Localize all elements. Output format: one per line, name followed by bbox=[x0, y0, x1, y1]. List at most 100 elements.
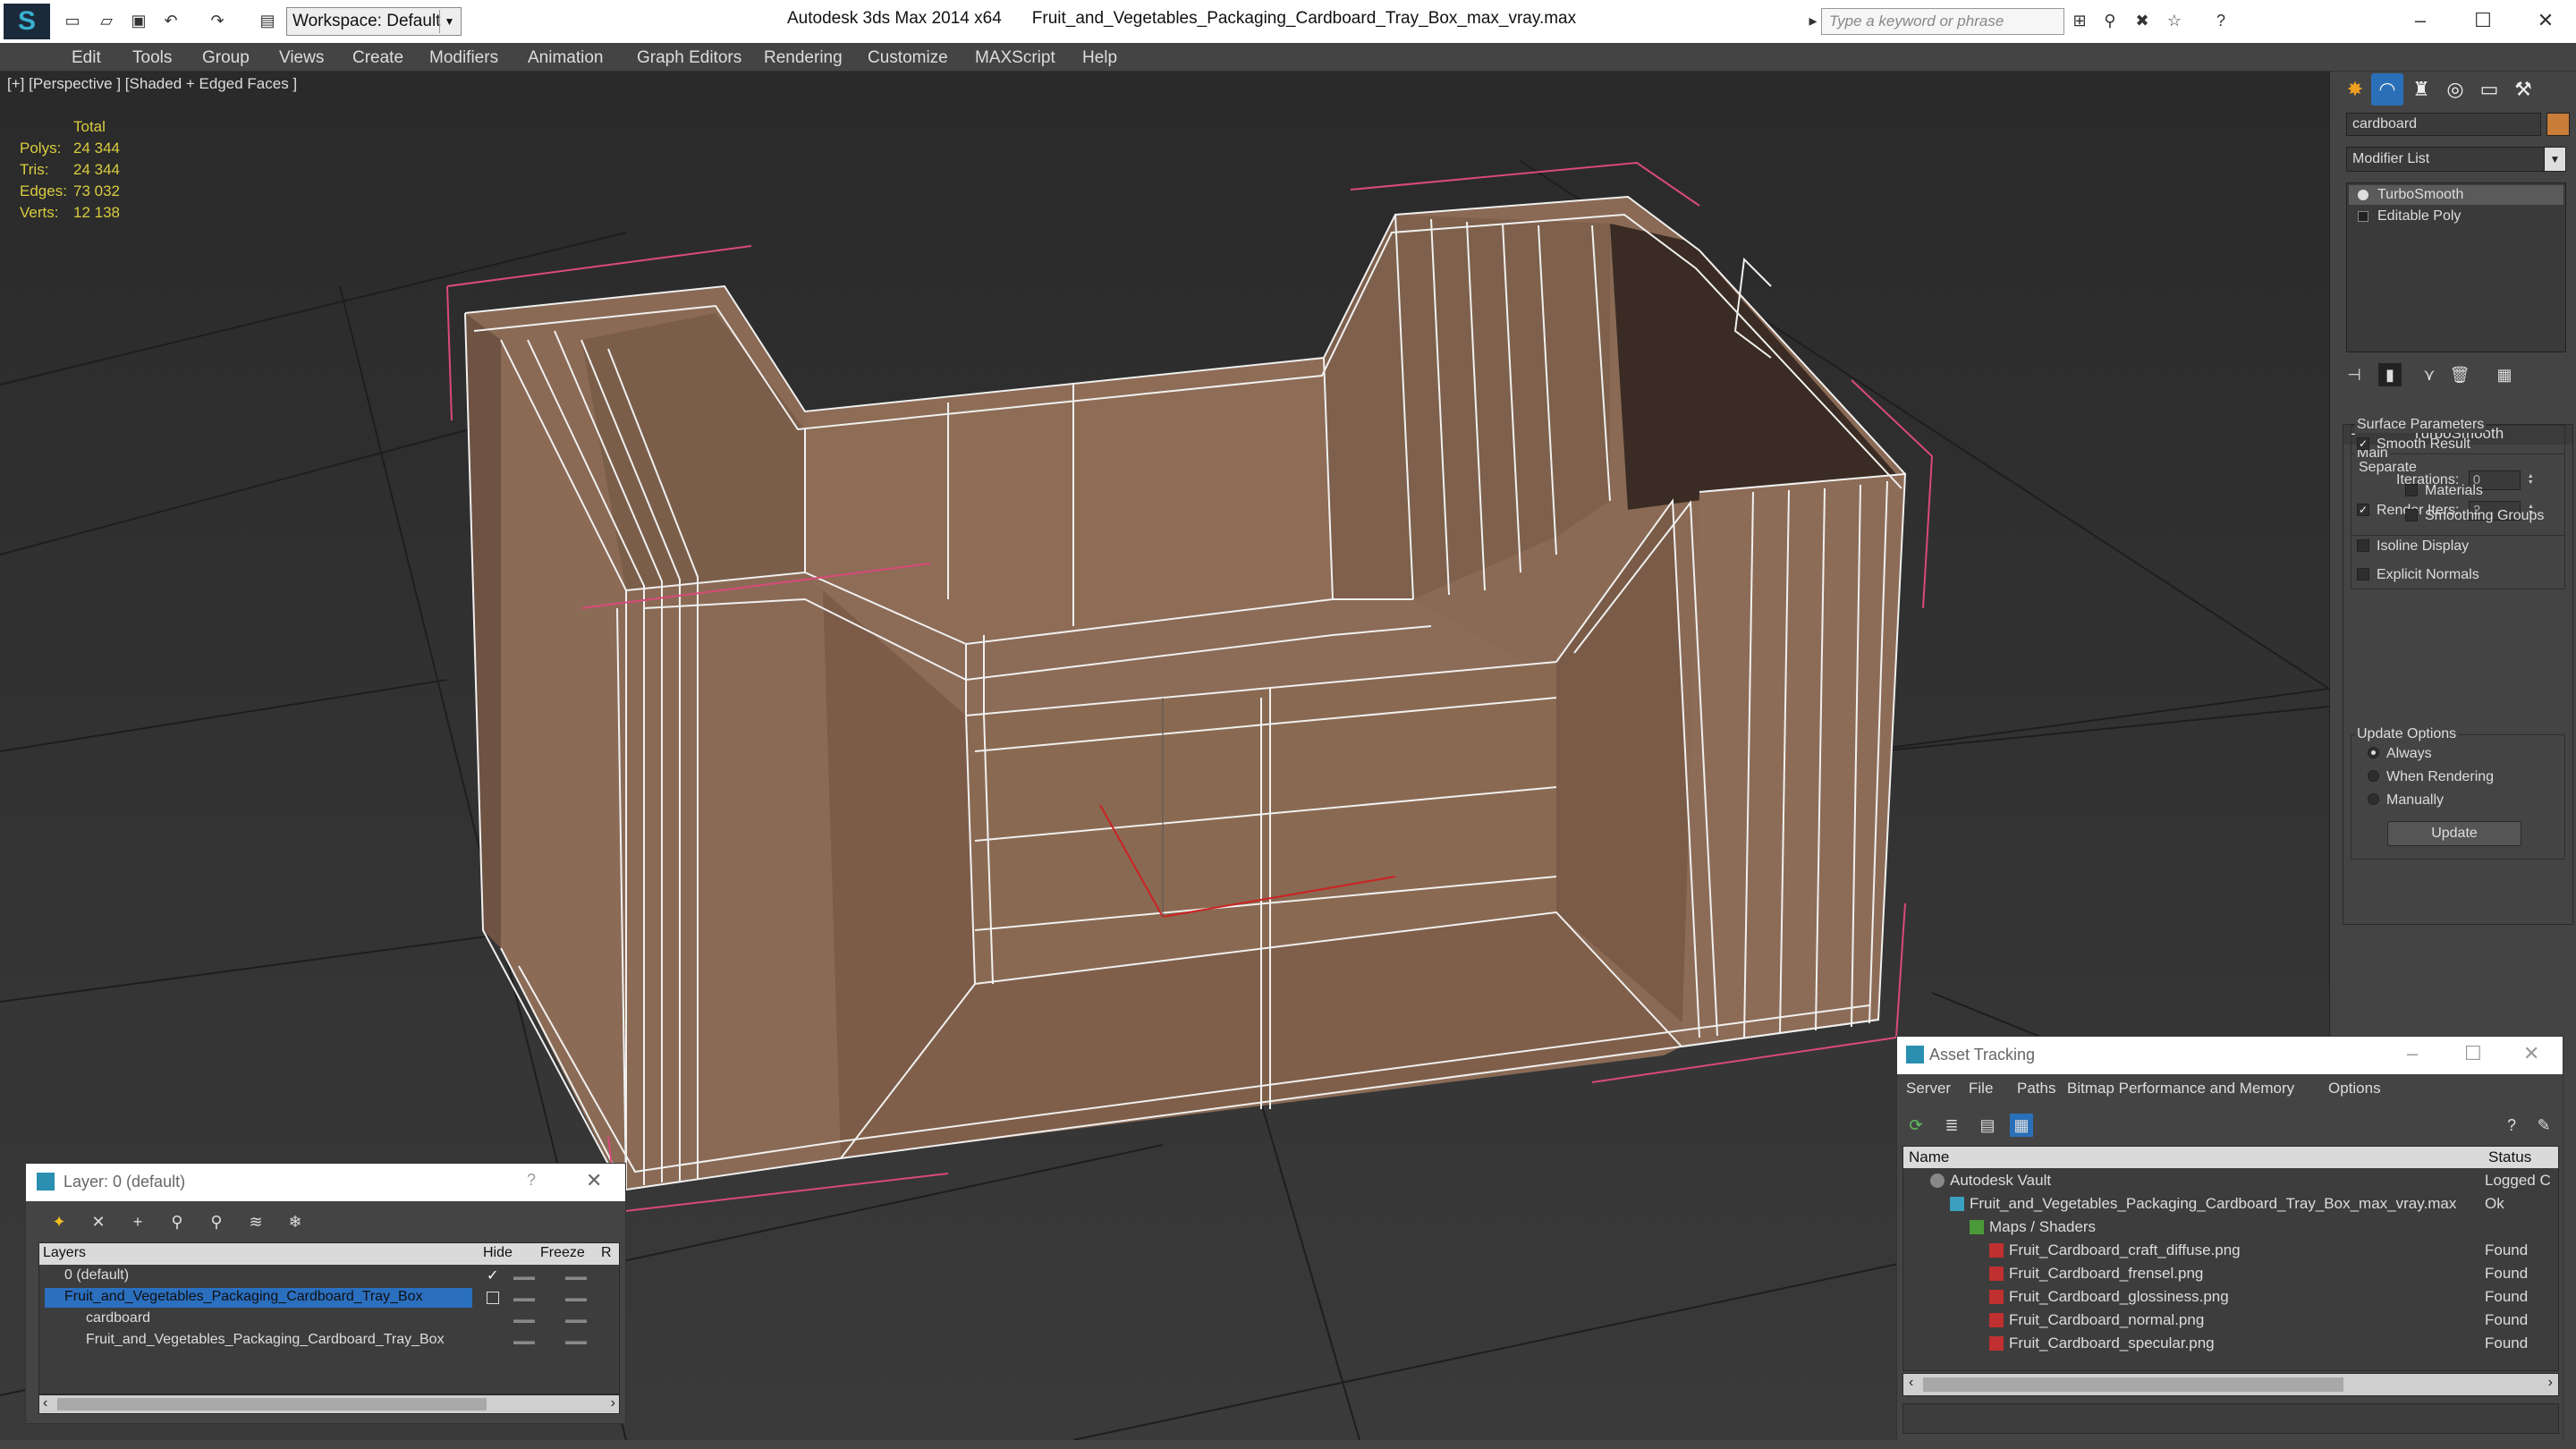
motion-tab-icon[interactable]: ◎ bbox=[2439, 73, 2471, 106]
workspace-dropdown[interactable]: Workspace: Default ▼ bbox=[286, 7, 462, 36]
layer-row[interactable]: 0 (default) ✓ ▬▬ ▬▬ bbox=[39, 1267, 619, 1288]
col-freeze[interactable]: Freeze bbox=[540, 1245, 585, 1261]
scroll-left-icon[interactable]: ‹ bbox=[43, 1395, 47, 1411]
update-manually-radio[interactable] bbox=[2368, 793, 2379, 806]
isoline-row[interactable]: Isoline Display bbox=[2357, 538, 2469, 555]
asset-row[interactable]: Fruit_and_Vegetables_Packaging_Cardboard… bbox=[1903, 1193, 2558, 1216]
communication-icon[interactable]: ✖ bbox=[2132, 11, 2152, 30]
expand-icon[interactable] bbox=[2358, 211, 2368, 222]
hierarchy-tab-icon[interactable]: ♜ bbox=[2405, 73, 2437, 106]
maximize-button[interactable]: ☐ bbox=[2451, 4, 2515, 38]
freeze-toggle[interactable]: ▬▬ bbox=[565, 1313, 587, 1326]
expand-arrow-icon[interactable]: ▸ bbox=[1803, 11, 1823, 30]
app-logo-icon[interactable]: S bbox=[4, 4, 50, 39]
configure-modifier-sets-icon[interactable]: ▦ bbox=[2493, 363, 2516, 386]
select-objects-icon[interactable]: ⚲ bbox=[165, 1210, 189, 1233]
update-rendering-row[interactable]: When Rendering bbox=[2368, 769, 2494, 785]
hide-toggle[interactable]: ▬▬ bbox=[513, 1313, 535, 1326]
freeze-toggle[interactable]: ▬▬ bbox=[565, 1335, 587, 1347]
smoothing-groups-checkbox[interactable] bbox=[2405, 508, 2418, 521]
viewport-label[interactable]: [+] [Perspective ] [Shaded + Edged Faces… bbox=[7, 75, 297, 93]
asset-row[interactable]: Maps / Shaders bbox=[1903, 1216, 2558, 1240]
freeze-all-icon[interactable]: ❄ bbox=[284, 1210, 307, 1233]
settings-icon[interactable]: ✎ bbox=[2532, 1114, 2555, 1137]
menu-file[interactable]: File bbox=[1969, 1080, 1993, 1097]
menu-customize[interactable]: Customize bbox=[868, 48, 948, 68]
delete-layer-icon[interactable]: ✕ bbox=[87, 1210, 110, 1233]
hide-toggle[interactable]: ▬▬ bbox=[513, 1270, 535, 1283]
set-active-box[interactable] bbox=[487, 1292, 499, 1304]
layer-dialog-titlebar[interactable]: Layer: 0 (default) ? ✕ bbox=[26, 1164, 625, 1201]
col-hide[interactable]: Hide bbox=[483, 1245, 513, 1261]
maximize-icon[interactable]: ☐ bbox=[2464, 1042, 2482, 1065]
make-unique-icon[interactable]: ⋎ bbox=[2418, 363, 2441, 386]
infocenter-search-input[interactable]: Type a keyword or phrase bbox=[1821, 8, 2064, 35]
menu-graph-editors[interactable]: Graph Editors bbox=[637, 48, 741, 68]
help-icon[interactable]: ? bbox=[2500, 1114, 2523, 1137]
asset-row[interactable]: Fruit_Cardboard_frensel.png Found bbox=[1903, 1263, 2558, 1286]
col-status[interactable]: Status bbox=[2488, 1148, 2531, 1166]
stack-item-turbosmooth[interactable]: TurboSmooth bbox=[2349, 185, 2563, 205]
layer-row[interactable]: Fruit_and_Vegetables_Packaging_Cardboard… bbox=[39, 1288, 619, 1309]
asset-dialog-titlebar[interactable]: Asset Tracking – ☐ ✕ bbox=[1897, 1037, 2563, 1074]
modify-tab-icon[interactable]: ◠ bbox=[2371, 73, 2403, 106]
menu-create[interactable]: Create bbox=[352, 48, 403, 68]
update-always-radio[interactable] bbox=[2368, 747, 2379, 759]
asset-row[interactable]: Fruit_Cardboard_craft_diffuse.png Found bbox=[1903, 1240, 2558, 1263]
table-view-icon[interactable]: ▦ bbox=[2010, 1114, 2033, 1137]
close-icon[interactable]: ✕ bbox=[2523, 1042, 2539, 1065]
active-check-icon[interactable]: ✓ bbox=[487, 1267, 498, 1284]
utilities-tab-icon[interactable]: ⚒ bbox=[2507, 73, 2539, 106]
minimize-button[interactable]: – bbox=[2388, 4, 2453, 38]
binoculars-icon[interactable]: ⊞ bbox=[2070, 11, 2089, 30]
menu-help[interactable]: Help bbox=[1082, 48, 1117, 68]
col-render[interactable]: R bbox=[601, 1245, 612, 1261]
update-rendering-radio[interactable] bbox=[2368, 770, 2379, 783]
menu-maxscript[interactable]: MAXScript bbox=[975, 48, 1055, 68]
asset-row[interactable]: Fruit_Cardboard_normal.png Found bbox=[1903, 1309, 2558, 1333]
new-file-icon[interactable]: ▭ bbox=[63, 11, 82, 30]
close-button[interactable]: ✕ bbox=[2513, 4, 2576, 38]
materials-row[interactable]: Materials bbox=[2405, 483, 2483, 499]
freeze-toggle[interactable]: ▬▬ bbox=[565, 1292, 587, 1304]
menu-modifiers[interactable]: Modifiers bbox=[429, 48, 498, 68]
menu-tools[interactable]: Tools bbox=[132, 48, 172, 68]
col-name[interactable]: Name bbox=[1909, 1148, 1949, 1166]
show-end-result-icon[interactable]: ▮ bbox=[2378, 363, 2402, 386]
menu-edit[interactable]: Edit bbox=[72, 48, 101, 68]
help-icon[interactable]: ? bbox=[527, 1171, 536, 1190]
explicit-normals-checkbox[interactable] bbox=[2357, 567, 2369, 580]
layer-row[interactable]: Fruit_and_Vegetables_Packaging_Cardboard… bbox=[39, 1331, 619, 1352]
layer-row[interactable]: cardboard ▬▬ ▬▬ bbox=[39, 1309, 619, 1331]
lightbulb-icon[interactable] bbox=[2358, 190, 2368, 200]
close-icon[interactable]: ✕ bbox=[586, 1169, 602, 1192]
menu-paths[interactable]: Paths bbox=[2017, 1080, 2055, 1097]
menu-animation[interactable]: Animation bbox=[528, 48, 604, 68]
scroll-left-icon[interactable]: ‹ bbox=[1909, 1375, 1913, 1391]
stack-item-editable-poly[interactable]: Editable Poly bbox=[2349, 207, 2563, 226]
asset-row[interactable]: Fruit_Cardboard_specular.png Found bbox=[1903, 1333, 2558, 1356]
list-view-icon[interactable]: ≣ bbox=[1940, 1114, 1963, 1137]
add-to-layer-icon[interactable]: + bbox=[126, 1210, 149, 1233]
highlight-layer-icon[interactable]: ⚲ bbox=[205, 1210, 228, 1233]
hide-all-icon[interactable]: ≋ bbox=[244, 1210, 267, 1233]
hide-toggle[interactable]: ▬▬ bbox=[513, 1292, 535, 1304]
update-manually-row[interactable]: Manually bbox=[2368, 792, 2444, 809]
create-layer-icon[interactable]: ✦ bbox=[47, 1210, 71, 1233]
save-icon[interactable]: ▣ bbox=[129, 11, 148, 30]
project-folder-icon[interactable]: ▤ bbox=[258, 11, 277, 30]
thumbnail-view-icon[interactable]: ▤ bbox=[1976, 1114, 1999, 1137]
modifier-list-dropdown[interactable]: Modifier List ▼ bbox=[2346, 147, 2566, 172]
col-layers[interactable]: Layers bbox=[43, 1245, 86, 1261]
remove-modifier-icon[interactable]: 🗑 bbox=[2448, 363, 2471, 386]
smoothing-groups-row[interactable]: Smoothing Groups bbox=[2405, 508, 2544, 524]
asset-row[interactable]: Fruit_Cardboard_glossiness.png Found bbox=[1903, 1286, 2558, 1309]
update-always-row[interactable]: Always bbox=[2368, 746, 2432, 762]
help-icon[interactable]: ? bbox=[2211, 11, 2231, 30]
explicit-normals-row[interactable]: Explicit Normals bbox=[2357, 567, 2479, 583]
asset-horizontal-scrollbar[interactable]: ‹ › bbox=[1902, 1373, 2559, 1396]
refresh-icon[interactable]: ⟳ bbox=[1904, 1114, 1928, 1137]
smooth-result-checkbox[interactable]: ✓ bbox=[2357, 436, 2369, 450]
object-color-swatch[interactable] bbox=[2546, 113, 2570, 136]
materials-checkbox[interactable] bbox=[2405, 483, 2418, 496]
